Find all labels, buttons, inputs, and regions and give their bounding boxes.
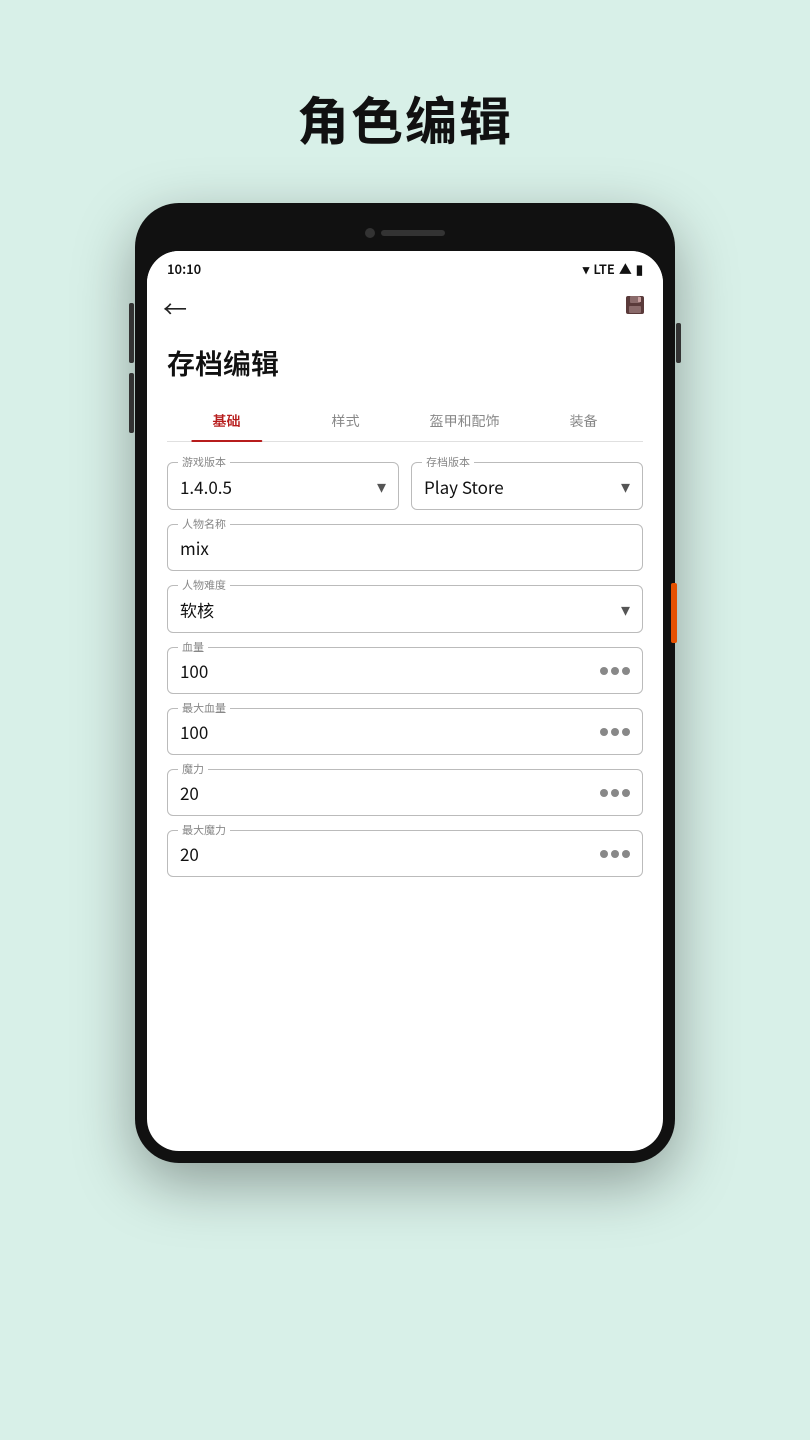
status-bar: 10:10 ▾ LTE ▲ ▮ xyxy=(147,251,663,282)
health-value: 100 xyxy=(180,658,630,683)
back-button[interactable]: ← xyxy=(163,290,187,325)
lte-label: LTE xyxy=(593,259,615,278)
phone-device: 10:10 ▾ LTE ▲ ▮ ← 存档编辑 xyxy=(135,203,675,1163)
status-time: 10:10 xyxy=(167,259,201,278)
max-mana-label: 最大魔力 xyxy=(178,822,230,838)
app-bar: ← xyxy=(147,282,663,333)
volume-down-button[interactable] xyxy=(129,373,134,433)
status-icons: ▾ LTE ▲ ▮ xyxy=(583,259,643,278)
max-health-label: 最大血量 xyxy=(178,700,230,716)
health-label: 血量 xyxy=(178,639,208,655)
mana-field[interactable]: 魔力 20 xyxy=(167,769,643,816)
mana-value: 20 xyxy=(180,780,630,805)
max-mana-stepper[interactable] xyxy=(600,850,630,858)
save-button[interactable] xyxy=(623,292,647,324)
health-stepper[interactable] xyxy=(600,667,630,675)
power-button[interactable] xyxy=(676,323,681,363)
character-name-label: 人物名称 xyxy=(178,516,230,532)
difficulty-field[interactable]: 人物难度 软核 ▾ xyxy=(167,585,643,633)
max-health-field[interactable]: 最大血量 100 xyxy=(167,708,643,755)
scroll-indicator xyxy=(671,583,677,643)
health-field[interactable]: 血量 100 xyxy=(167,647,643,694)
save-version-value: Play Store ▾ xyxy=(424,473,630,499)
save-version-field[interactable]: 存档版本 Play Store ▾ xyxy=(411,462,643,510)
max-health-value: 100 xyxy=(180,719,630,744)
max-mana-value: 20 xyxy=(180,841,630,866)
save-version-label: 存档版本 xyxy=(422,454,474,470)
difficulty-value: 软核 ▾ xyxy=(180,596,630,622)
mana-stepper[interactable] xyxy=(600,789,630,797)
chevron-down-icon: ▾ xyxy=(377,473,386,499)
camera xyxy=(365,228,375,238)
archive-title: 存档编辑 xyxy=(167,343,643,383)
tab-armor[interactable]: 盔甲和配饰 xyxy=(405,401,524,441)
phone-screen: 10:10 ▾ LTE ▲ ▮ ← 存档编辑 xyxy=(147,251,663,1151)
game-version-value: 1.4.0.5 ▾ xyxy=(180,473,386,499)
max-mana-field[interactable]: 最大魔力 20 xyxy=(167,830,643,877)
chevron-down-icon: ▾ xyxy=(621,473,630,499)
game-version-label: 游戏版本 xyxy=(178,454,230,470)
game-version-field[interactable]: 游戏版本 1.4.0.5 ▾ xyxy=(167,462,399,510)
signal-icon: ▲ xyxy=(619,259,632,278)
notch-area xyxy=(147,215,663,251)
battery-icon: ▮ xyxy=(636,259,643,278)
version-row: 游戏版本 1.4.0.5 ▾ 存档版本 Play Store ▾ xyxy=(167,462,643,510)
character-name-value: mix xyxy=(180,535,630,560)
volume-up-button[interactable] xyxy=(129,303,134,363)
tab-equipment[interactable]: 装备 xyxy=(524,401,643,441)
page-title: 角色编辑 xyxy=(297,80,513,155)
mana-label: 魔力 xyxy=(178,761,208,777)
difficulty-label: 人物难度 xyxy=(178,577,230,593)
tabs-row: 基础 样式 盔甲和配饰 装备 xyxy=(167,401,643,442)
character-name-field[interactable]: 人物名称 mix xyxy=(167,524,643,571)
speaker xyxy=(381,230,445,236)
wifi-icon: ▾ xyxy=(583,259,590,278)
tab-basics[interactable]: 基础 xyxy=(167,401,286,441)
max-health-stepper[interactable] xyxy=(600,728,630,736)
tab-style[interactable]: 样式 xyxy=(286,401,405,441)
chevron-down-icon: ▾ xyxy=(621,596,630,622)
screen-content: 存档编辑 基础 样式 盔甲和配饰 装备 游戏版本 1.4.0.5 ▾ 存档版 xyxy=(147,343,663,911)
